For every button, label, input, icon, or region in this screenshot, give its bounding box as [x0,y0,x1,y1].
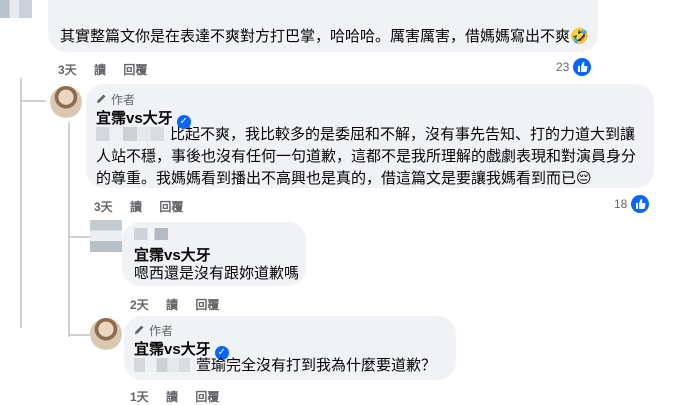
thread-line [20,78,22,328]
pixelated-avatar[interactable] [90,220,122,252]
reply-button[interactable]: 回覆 [123,63,147,77]
author-label: 作者 [111,93,136,107]
comment-actions: 3天 讀 回覆 [58,61,161,78]
read-link[interactable]: 讀 [130,200,142,214]
comment-time[interactable]: 3天 [94,200,113,214]
avatar[interactable] [50,86,82,118]
thread-line-nested [68,122,70,337]
reply-button[interactable]: 回覆 [195,298,219,312]
thread-branch [68,334,90,336]
like-count[interactable]: 18 [614,195,650,213]
read-link[interactable]: 讀 [166,390,178,404]
comment-actions: 3天 讀 回覆 [94,198,197,215]
comment-text: 其實整篇文你是在表達不爽對方打巴掌，哈哈哈。厲害厲害，借媽媽寫出不爽🤣 [60,28,589,45]
like-icon [631,195,650,213]
pencil-icon [96,93,107,107]
thread-branch [20,100,46,102]
blurred-mention [134,358,190,372]
comment-actions: 1天 讀 回覆 [130,388,233,405]
avatar[interactable] [90,318,122,350]
thread-branch [68,236,92,238]
like-icon [573,58,592,76]
author-badge: 作者 [96,91,135,108]
author-badge: 作者 [134,322,173,339]
reply-button[interactable]: 回覆 [195,390,219,404]
comment-time[interactable]: 2天 [130,298,149,312]
pencil-icon [134,324,145,338]
pixelated-name [134,228,168,240]
comment-actions: 2天 讀 回覆 [130,296,233,313]
author-label: 作者 [149,324,174,338]
blurred-mention [96,127,164,141]
read-link[interactable]: 讀 [94,63,106,77]
reply-button[interactable]: 回覆 [159,200,183,214]
comment-text: 嗯西還是沒有跟妳道歉嗎 [134,265,300,282]
comment-time[interactable]: 1天 [130,390,149,404]
like-number: 23 [556,60,570,74]
comment-text: 比起不爽，我比較多的是委屈和不解，沒有事先告知、打的力道大到讓人站不穩，事後也沒… [96,126,637,187]
read-link[interactable]: 讀 [166,298,178,312]
pixelated-avatar-top [0,0,32,18]
comment-time[interactable]: 3天 [58,63,77,77]
mentioned-user[interactable]: 宜霈vs大牙 [134,244,211,265]
comment-text: 萱瑜完全沒有打到我為什麼要道歉？ [134,355,436,377]
like-number: 18 [614,197,628,211]
like-count[interactable]: 23 [556,58,592,76]
